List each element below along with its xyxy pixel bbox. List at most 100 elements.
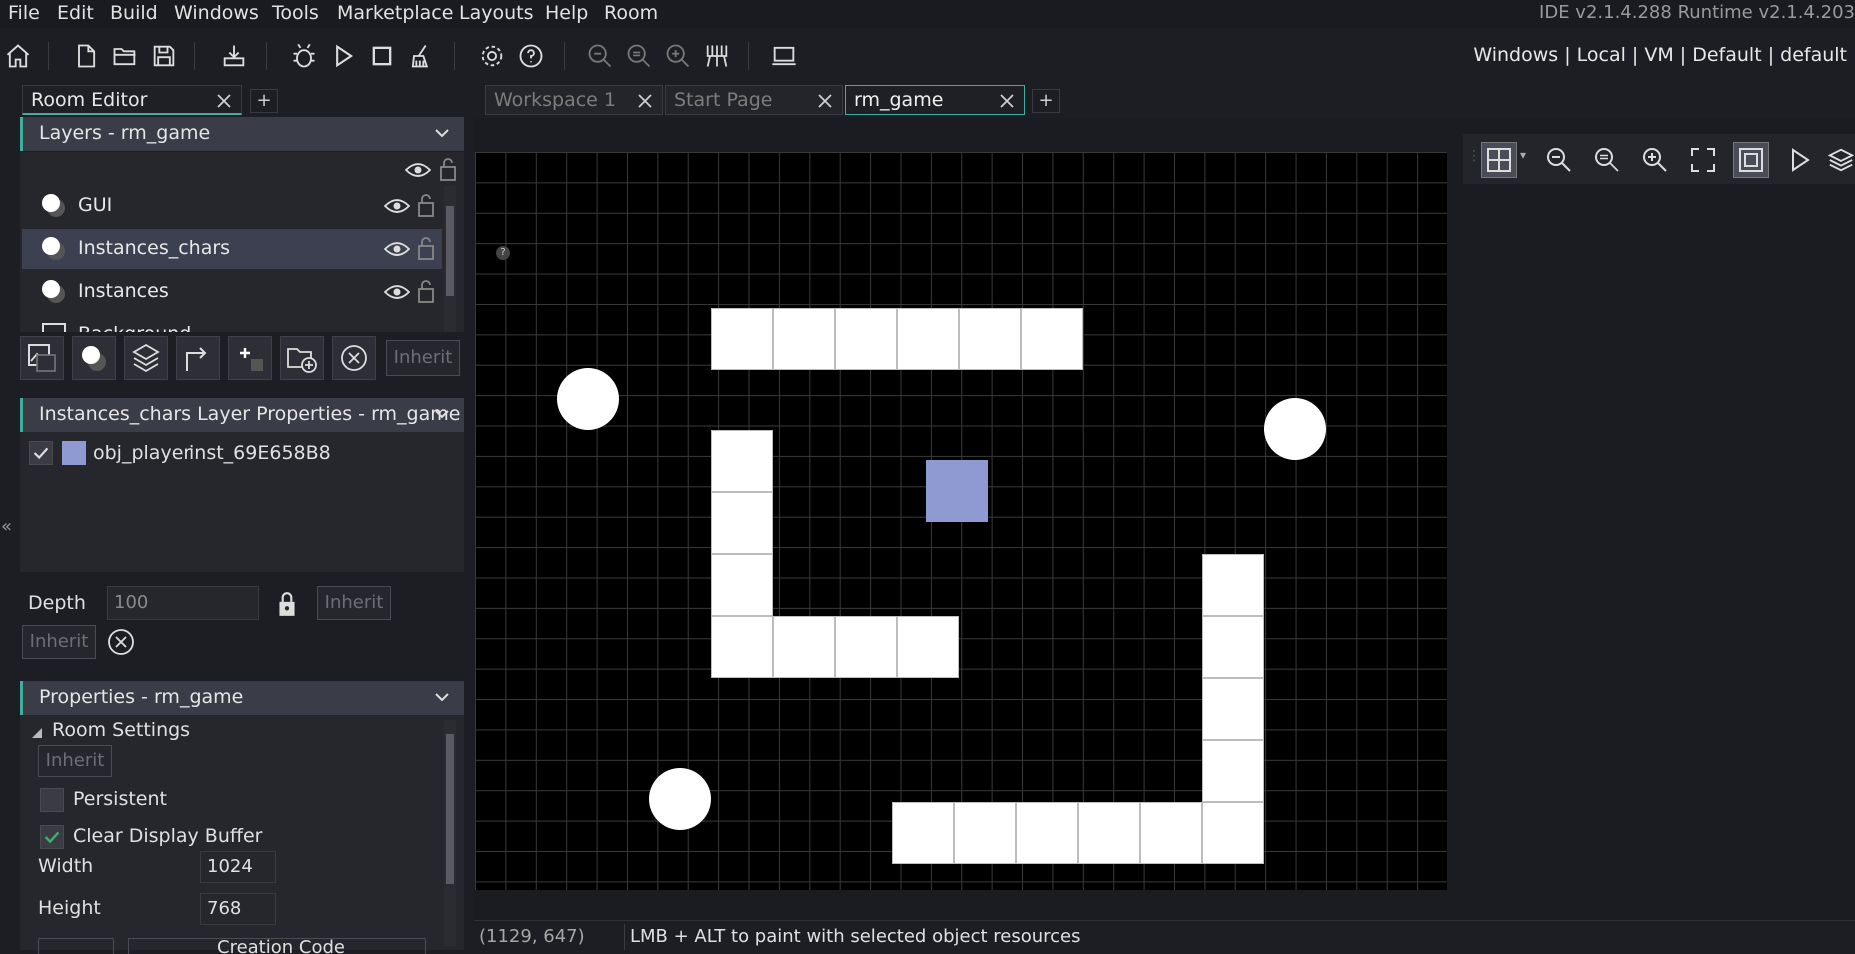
settings-icon[interactable] xyxy=(474,38,510,74)
zoom-reset-icon[interactable] xyxy=(1589,142,1625,178)
zoom-in-icon[interactable] xyxy=(1637,142,1673,178)
wall-block[interactable] xyxy=(1016,802,1078,864)
height-field[interactable]: 768 xyxy=(200,893,276,925)
layers-scrollbar[interactable] xyxy=(444,186,456,332)
fit-screen-icon[interactable] xyxy=(1685,142,1721,178)
depth-field[interactable]: 100 xyxy=(107,586,259,620)
add-tab-button[interactable]: + xyxy=(250,89,278,113)
wall-block[interactable] xyxy=(773,308,835,370)
instance-id[interactable]: inst_69E658B8 xyxy=(189,442,331,464)
delete-layer-icon[interactable] xyxy=(332,336,376,380)
wall-block[interactable] xyxy=(897,308,959,370)
wall-block[interactable] xyxy=(711,554,773,616)
instance-checkbox[interactable] xyxy=(29,441,53,465)
menu-layouts[interactable]: Layouts xyxy=(459,2,534,24)
wall-block[interactable] xyxy=(711,492,773,554)
delete-icon[interactable] xyxy=(106,627,136,657)
scrollbar-thumb[interactable] xyxy=(446,734,454,884)
eye-icon[interactable] xyxy=(384,239,410,259)
collapse-gutter[interactable]: « xyxy=(0,84,20,954)
layer-row-background[interactable]: Background xyxy=(22,315,442,332)
eye-icon[interactable] xyxy=(384,196,410,216)
run-icon[interactable] xyxy=(325,38,361,74)
add-background-layer-icon[interactable] xyxy=(20,336,64,380)
deploy-icon[interactable] xyxy=(699,38,735,74)
persistent-checkbox[interactable] xyxy=(40,788,64,812)
menu-build[interactable]: Build xyxy=(110,2,158,24)
width-field[interactable]: 1024 xyxy=(200,851,276,883)
lock-icon[interactable] xyxy=(438,156,458,182)
close-icon[interactable] xyxy=(816,92,834,110)
room-settings-label[interactable]: Room Settings xyxy=(52,719,190,741)
wall-block[interactable] xyxy=(1140,802,1202,864)
menu-room[interactable]: Room xyxy=(604,2,658,24)
inherit-button[interactable]: Inherit xyxy=(386,340,460,376)
creation-code-button[interactable]: Creation Code xyxy=(128,938,426,954)
zoom-in-icon[interactable] xyxy=(660,38,696,74)
zoom-out-icon[interactable] xyxy=(582,38,618,74)
tab-start-page[interactable]: Start Page xyxy=(665,85,843,115)
wall-block[interactable] xyxy=(1202,740,1264,802)
add-document-tab-button[interactable]: + xyxy=(1032,89,1060,113)
scrollbar-thumb[interactable] xyxy=(446,206,454,296)
device-icon[interactable] xyxy=(766,38,802,74)
circle-instance[interactable] xyxy=(557,368,619,430)
home-icon[interactable] xyxy=(0,38,36,74)
tab-workspace-1[interactable]: Workspace 1 xyxy=(485,85,663,115)
depth-inherit-button[interactable]: Inherit xyxy=(317,586,391,620)
zoom-out-icon[interactable] xyxy=(1541,142,1577,178)
wall-block[interactable] xyxy=(835,308,897,370)
layers-icon[interactable] xyxy=(1827,142,1855,178)
target-selector[interactable]: Windows | Local | VM | Default | default xyxy=(1473,44,1847,66)
menu-tools[interactable]: Tools xyxy=(272,2,319,24)
tab-rm-game[interactable]: rm_game xyxy=(845,85,1025,115)
create-executable-icon[interactable] xyxy=(216,38,252,74)
add-tile-layer-icon[interactable] xyxy=(124,336,168,380)
wall-block[interactable] xyxy=(1202,678,1264,740)
room-inherit-button[interactable]: Inherit xyxy=(38,745,112,777)
layer-row-gui[interactable]: GUI xyxy=(22,186,442,226)
layers-header[interactable]: Layers - rm_game xyxy=(20,117,464,151)
lock-icon[interactable] xyxy=(416,192,436,218)
zoom-reset-icon[interactable] xyxy=(621,38,657,74)
stop-icon[interactable] xyxy=(364,38,400,74)
lock-icon[interactable] xyxy=(416,278,436,304)
wall-block[interactable] xyxy=(897,616,959,678)
clean-icon[interactable] xyxy=(403,38,439,74)
wall-block[interactable] xyxy=(711,430,773,492)
layer-properties-header[interactable]: Instances_chars Layer Properties - rm_ga… xyxy=(20,398,464,432)
collapse-icon[interactable]: « xyxy=(1,516,12,537)
layer-inherit-button[interactable]: Inherit xyxy=(22,625,96,659)
circle-instance[interactable] xyxy=(649,768,711,830)
wall-block[interactable] xyxy=(835,616,897,678)
add-folder-icon[interactable] xyxy=(280,336,324,380)
wall-block[interactable] xyxy=(954,802,1016,864)
wall-block[interactable] xyxy=(1021,308,1083,370)
wall-block[interactable] xyxy=(1202,802,1264,864)
dropdown-arrow-icon[interactable]: ▾ xyxy=(1520,148,1526,162)
circle-instance[interactable] xyxy=(1264,398,1326,460)
expand-triangle-icon[interactable] xyxy=(31,727,43,739)
menu-marketplace[interactable]: Marketplace xyxy=(337,2,453,24)
lock-icon[interactable] xyxy=(276,590,298,618)
menu-file[interactable]: File xyxy=(8,2,40,24)
help-icon[interactable] xyxy=(513,38,549,74)
save-icon[interactable] xyxy=(146,38,182,74)
frame-icon[interactable] xyxy=(1733,142,1769,178)
grid-toggle-icon[interactable] xyxy=(1481,142,1517,178)
add-path-layer-icon[interactable] xyxy=(176,336,220,380)
menu-edit[interactable]: Edit xyxy=(57,2,94,24)
chevron-down-icon[interactable] xyxy=(434,406,450,422)
inherit-button-partial[interactable] xyxy=(38,938,114,954)
open-folder-icon[interactable] xyxy=(107,38,143,74)
eye-icon[interactable] xyxy=(405,160,431,180)
properties-scrollbar[interactable] xyxy=(444,720,456,946)
tab-room-editor[interactable]: Room Editor xyxy=(22,85,242,115)
wall-block[interactable] xyxy=(773,616,835,678)
wall-block[interactable] xyxy=(711,616,773,678)
add-asset-layer-icon[interactable] xyxy=(228,336,272,380)
close-icon[interactable] xyxy=(636,92,654,110)
wall-block[interactable] xyxy=(959,308,1021,370)
instance-object-name[interactable]: obj_player xyxy=(93,442,191,464)
wall-block[interactable] xyxy=(711,308,773,370)
